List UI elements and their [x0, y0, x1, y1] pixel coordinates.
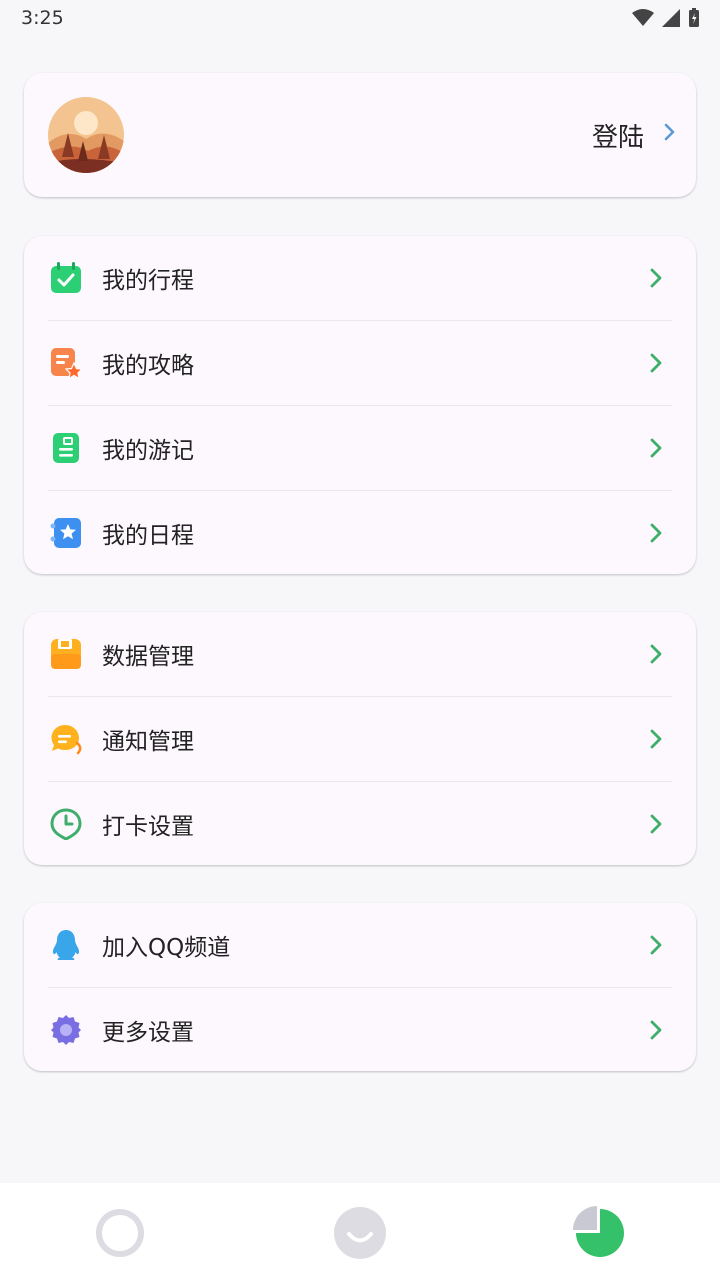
- profile-card[interactable]: 登陆: [24, 73, 696, 197]
- menu-item-label: 加入QQ频道: [102, 935, 231, 961]
- chevron-right-icon: [650, 438, 662, 458]
- settings-menu-card: 数据管理 通知管理 打卡设置: [24, 612, 696, 865]
- chevron-right-icon: [650, 644, 662, 664]
- menu-item-label: 更多设置: [102, 1020, 194, 1046]
- smile-icon[interactable]: [330, 1203, 390, 1263]
- menu-item-my-trips[interactable]: 我的行程: [24, 236, 696, 321]
- menu-item-label: 我的攻略: [102, 353, 194, 379]
- bottom-navigation: [0, 1183, 720, 1280]
- chevron-right-icon: [650, 935, 662, 955]
- menu-item-label: 打卡设置: [102, 814, 194, 840]
- login-label: 登陆: [591, 123, 644, 153]
- chevron-right-icon: [650, 523, 662, 543]
- calendar-check-icon: [51, 262, 81, 293]
- pie-chart-icon[interactable]: [570, 1203, 630, 1263]
- chevron-right-icon: [650, 729, 662, 749]
- menu-item-my-guides[interactable]: 我的攻略: [24, 321, 696, 406]
- status-icons: [632, 8, 700, 28]
- status-bar: 3:25: [0, 0, 720, 40]
- menu-item-label: 我的游记: [102, 438, 194, 464]
- wifi-icon: [632, 9, 654, 26]
- menu-item-checkin-settings[interactable]: 打卡设置: [24, 782, 696, 867]
- menu-item-my-travel-notes[interactable]: 我的游记: [24, 406, 696, 491]
- avatar[interactable]: [48, 97, 124, 173]
- menu-item-label: 我的日程: [102, 523, 194, 549]
- menu-item-label: 通知管理: [102, 729, 194, 755]
- menu-item-data-management[interactable]: 数据管理: [24, 612, 696, 697]
- clock-icon: [50, 808, 82, 840]
- status-time: 3:25: [21, 7, 64, 29]
- guide-star-icon: [51, 348, 82, 379]
- ring-icon[interactable]: [90, 1203, 150, 1263]
- travel-note-icon: [53, 433, 79, 463]
- trip-menu-card: 我的行程 我的攻略 我的游记 我的日程: [24, 236, 696, 574]
- qq-penguin-icon: [52, 930, 80, 960]
- menu-item-notification-management[interactable]: 通知管理: [24, 697, 696, 782]
- chevron-right-icon: [650, 1020, 662, 1040]
- menu-item-label: 我的行程: [102, 268, 194, 294]
- floppy-icon: [51, 639, 81, 669]
- menu-item-label: 数据管理: [102, 644, 194, 670]
- menu-item-my-schedule[interactable]: 我的日程: [24, 491, 696, 576]
- chat-bubble-icon: [51, 725, 82, 755]
- battery-icon: [689, 8, 699, 27]
- chevron-right-icon: [650, 814, 662, 834]
- chevron-right-icon: [664, 123, 675, 141]
- signal-icon: [662, 9, 680, 27]
- menu-item-more-settings[interactable]: 更多设置: [24, 988, 696, 1073]
- more-menu-card: 加入QQ频道 更多设置: [24, 903, 696, 1071]
- schedule-star-icon: [50, 518, 81, 548]
- login-button[interactable]: 登陆: [591, 117, 675, 154]
- chevron-right-icon: [650, 353, 662, 373]
- chevron-right-icon: [650, 268, 662, 288]
- gear-icon: [51, 1015, 81, 1045]
- menu-item-join-qq-channel[interactable]: 加入QQ频道: [24, 903, 696, 988]
